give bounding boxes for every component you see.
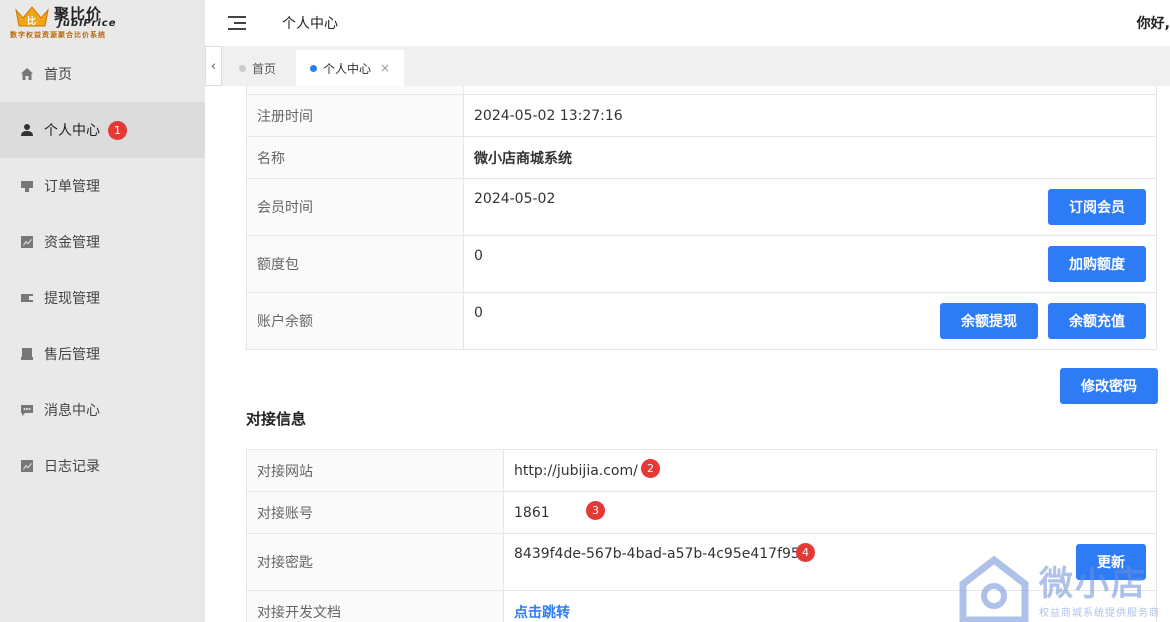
row-label: 对接开发文档: [246, 590, 504, 622]
sidebar-item-label: 资金管理: [44, 235, 100, 251]
subscribe-member-button[interactable]: 订阅会员: [1048, 189, 1146, 225]
tab-dot: [239, 64, 246, 72]
sidebar-item-funds[interactable]: 资金管理: [0, 214, 205, 270]
sidebar-item-home[interactable]: 首页: [0, 46, 205, 102]
step-badge: 3: [586, 501, 605, 520]
chart-icon: [20, 235, 34, 249]
account-table: 注册时间 2024-05-02 13:27:16 名称 微小店商城系统 会员时间…: [246, 86, 1157, 350]
member-time-value: 2024-05-02: [474, 191, 556, 207]
top-header: 个人中心 你好,: [205, 0, 1170, 46]
docs-link[interactable]: 点击跳转: [514, 605, 570, 621]
sidebar-item-messages[interactable]: 消息中心: [0, 382, 205, 438]
table-row: 名称 微小店商城系统: [246, 136, 1157, 179]
row-label: 注册时间: [246, 94, 464, 137]
sidebar-item-label: 售后管理: [44, 347, 100, 363]
tab-label: 首页: [252, 61, 277, 76]
table-row: 注册时间 2024-05-02 13:27:16: [246, 94, 1157, 137]
aftersale-icon: [20, 347, 34, 361]
watermark-subtext: 权益商城系统提供服务商: [1039, 608, 1160, 619]
balance-cell: 0 余额提现 余额充值: [463, 292, 1157, 350]
sidebar-item-label: 消息中心: [44, 403, 100, 419]
section-title: 对接信息: [246, 410, 307, 428]
buy-quota-button[interactable]: 加购额度: [1048, 246, 1146, 282]
table-row: 对接网站 http://jubijia.com/ 2: [246, 449, 1157, 492]
crown-logo-icon: 比: [15, 6, 49, 27]
withdraw-icon: [20, 291, 34, 305]
table-row: [246, 86, 1157, 95]
order-icon: [20, 179, 34, 193]
message-icon: [20, 403, 34, 417]
account-id-value: 1861: [514, 504, 550, 521]
tab-profile[interactable]: 个人中心 ×: [296, 50, 405, 86]
member-time-cell: 2024-05-02 订阅会员: [463, 178, 1157, 236]
site-url-value: http://jubijia.com/: [514, 462, 638, 479]
sidebar-item-aftersale[interactable]: 售后管理: [0, 326, 205, 382]
menu-toggle-icon[interactable]: [228, 16, 246, 30]
name-value: 微小店商城系统: [463, 136, 1157, 179]
sidebar-item-profile[interactable]: 个人中心 1: [0, 102, 205, 158]
main-content: 注册时间 2024-05-02 13:27:16 名称 微小店商城系统 会员时间…: [205, 86, 1170, 622]
watermark: 微小店 权益商城系统提供服务商: [955, 554, 1165, 622]
balance-value: 0: [474, 305, 483, 321]
watermark-text: 微小店: [1039, 564, 1147, 604]
sidebar-item-logs[interactable]: 日志记录: [0, 438, 205, 494]
logo[interactable]: 比 聚比价 JubiPrice 数字权益资源聚合比价系统: [0, 0, 205, 46]
sidebar-item-label: 首页: [44, 67, 72, 83]
change-password-button[interactable]: 修改密码: [1060, 368, 1158, 404]
close-icon[interactable]: ×: [380, 61, 390, 75]
sidebar-item-withdraw[interactable]: 提现管理: [0, 270, 205, 326]
house-logo-icon: [959, 555, 1029, 622]
home-icon: [20, 67, 34, 81]
register-time-value: 2024-05-02 13:27:16: [463, 94, 1157, 137]
step-badge: 4: [796, 543, 815, 562]
row-label: 额度包: [246, 235, 464, 293]
step-badge: 1: [108, 120, 127, 140]
sidebar: 比 聚比价 JubiPrice 数字权益资源聚合比价系统 首页 个人中心 1 订…: [0, 0, 205, 622]
quota-cell: 0 加购额度: [463, 235, 1157, 293]
tab-home[interactable]: 首页: [239, 50, 276, 86]
secret-key-value: 8439f4de-567b-4bad-a57b-4c95e417f954: [514, 546, 809, 562]
brand-subtitle: JubiPrice: [58, 18, 117, 29]
row-label: 对接网站: [246, 449, 504, 492]
sidebar-item-label: 日志记录: [44, 459, 100, 475]
step-badge: 2: [641, 459, 660, 478]
table-row: 会员时间 2024-05-02 订阅会员: [246, 178, 1157, 236]
site-cell: http://jubijia.com/ 2: [503, 449, 1157, 492]
sidebar-nav: 首页 个人中心 1 订单管理 资金管理 提现管理 售后管理 消息中心 日志记录: [0, 46, 205, 494]
log-icon: [20, 459, 34, 473]
withdraw-balance-button[interactable]: 余额提现: [940, 303, 1038, 339]
table-row: 额度包 0 加购额度: [246, 235, 1157, 293]
page-title: 个人中心: [282, 16, 338, 32]
svg-text:比: 比: [27, 15, 36, 26]
recharge-balance-button[interactable]: 余额充值: [1048, 303, 1146, 339]
row-label: 会员时间: [246, 178, 464, 236]
sidebar-item-orders[interactable]: 订单管理: [0, 158, 205, 214]
brand-tagline: 数字权益资源聚合比价系统: [10, 31, 106, 39]
row-label: 对接账号: [246, 491, 504, 534]
table-row: 账户余额 0 余额提现 余额充值: [246, 292, 1157, 350]
account-cell: 1861 3: [503, 491, 1157, 534]
quota-value: 0: [474, 248, 483, 264]
chevron-left-icon[interactable]: ‹: [205, 46, 222, 86]
sidebar-item-label: 订单管理: [44, 179, 100, 195]
tab-label: 个人中心: [323, 61, 372, 76]
user-greeting[interactable]: 你好,: [1137, 13, 1170, 33]
table-row: 对接账号 1861 3: [246, 491, 1157, 534]
row-label: 对接密匙: [246, 533, 504, 591]
user-icon: [20, 123, 34, 137]
row-label: 名称: [246, 136, 464, 179]
sidebar-item-label: 个人中心: [44, 123, 100, 139]
tab-bar: ‹ 首页 个人中心 ×: [205, 46, 1170, 86]
sidebar-item-label: 提现管理: [44, 291, 100, 307]
tab-dot: [310, 64, 317, 72]
row-label: 账户余额: [246, 292, 464, 350]
